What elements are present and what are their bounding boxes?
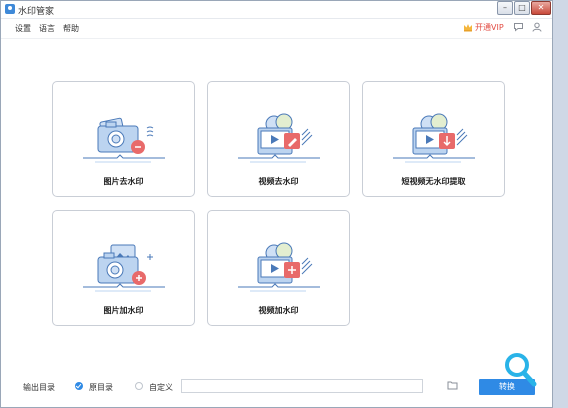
app-logo-icon	[5, 4, 15, 14]
crown-icon	[464, 24, 472, 32]
short-video-extract-icon	[393, 113, 475, 163]
card-photo-remove-watermark[interactable]: 图片去水印	[52, 81, 195, 197]
original-directory-label: 原目录	[89, 383, 113, 392]
card-video-remove-watermark[interactable]: 视频去水印	[207, 81, 350, 197]
photo-add-watermark-icon	[83, 244, 165, 292]
app-title: 水印管家	[18, 7, 55, 17]
output-path-input[interactable]	[181, 379, 423, 393]
card-label: 图片去水印	[103, 177, 144, 186]
minimize-button[interactable]: –	[497, 1, 513, 15]
title-bar: 水印管家 – □ ✕	[1, 1, 552, 19]
menu-bar: 设置 语言 帮助 开通VIP	[1, 18, 552, 39]
window-controls: – □ ✕	[496, 1, 551, 15]
card-label: 视频去水印	[258, 177, 299, 186]
card-label: 图片加水印	[103, 306, 144, 315]
output-directory-label: 输出目录	[23, 383, 55, 392]
video-remove-watermark-icon	[238, 113, 320, 163]
output-bar: 输出目录 原目录 自定义 转换	[1, 374, 552, 398]
maximize-button[interactable]: □	[514, 1, 530, 15]
video-add-watermark-icon	[238, 242, 320, 292]
close-button[interactable]: ✕	[531, 1, 551, 15]
folder-icon[interactable]	[447, 380, 458, 390]
magnifier-icon	[505, 353, 537, 387]
radio-custom-directory[interactable]	[135, 382, 143, 390]
radio-original-directory[interactable]	[75, 382, 83, 390]
vip-label: 开通VIP	[475, 23, 504, 32]
card-photo-add-watermark[interactable]: 图片加水印	[52, 210, 195, 326]
card-video-add-watermark[interactable]: 视频加水印	[207, 210, 350, 326]
chat-icon[interactable]	[513, 22, 524, 32]
menu-settings[interactable]: 设置	[15, 23, 31, 34]
app-window: 水印管家 – □ ✕ 设置 语言 帮助 开通VIP 图片去水印 视频去水印 短视…	[0, 0, 553, 408]
custom-directory-label: 自定义	[149, 383, 173, 392]
menu-language[interactable]: 语言	[39, 23, 55, 34]
menu-help[interactable]: 帮助	[63, 23, 79, 34]
vip-button[interactable]: 开通VIP	[463, 22, 504, 33]
card-short-video-extract[interactable]: 短视频无水印提取	[362, 81, 505, 197]
photo-remove-watermark-icon	[83, 117, 165, 163]
card-label: 视频加水印	[258, 306, 299, 315]
user-icon[interactable]	[532, 22, 542, 32]
card-label: 短视频无水印提取	[401, 177, 466, 186]
